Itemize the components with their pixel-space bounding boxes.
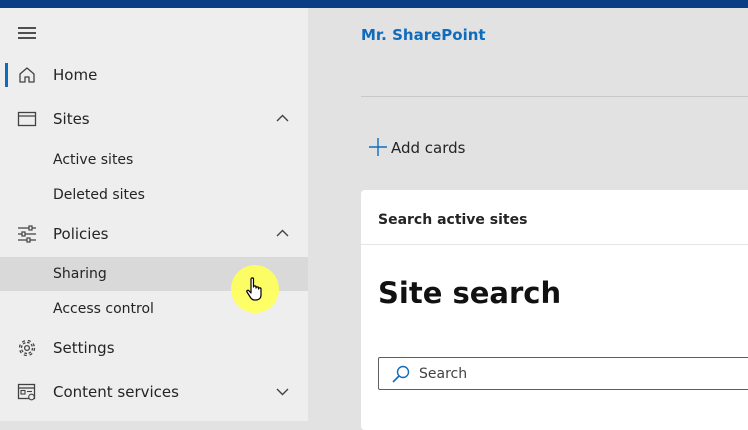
sidebar-item-label: Home [53,66,98,84]
header-divider [361,96,748,97]
browser-window-icon [17,111,37,127]
active-indicator [5,63,8,87]
sidebar-item-label: Deleted sites [53,187,145,203]
hand-pointer-icon [246,277,262,301]
top-bar [0,0,748,8]
home-icon [19,67,35,83]
chevron-down-icon[interactable] [276,385,289,398]
main-content: Mr. SharePoint Add cards Search active s… [308,8,748,430]
plus-icon [369,138,387,156]
tenant-name-link[interactable]: Mr. SharePoint [361,25,486,45]
hamburger-menu-icon[interactable] [18,27,36,39]
sidebar-item-settings[interactable]: Settings [0,328,308,368]
sidebar-item-label: Access control [53,301,154,317]
gear-icon [18,339,36,357]
sidebar-item-label: Settings [53,339,115,357]
chevron-up-icon[interactable] [276,227,289,240]
sidebar-item-active-sites[interactable]: Active sites [0,143,308,177]
sidebar-item-sites[interactable]: Sites [0,99,308,139]
chevron-up-icon[interactable] [276,112,289,125]
sidebar-item-content-services[interactable]: Content services [0,372,308,412]
sidebar-item-home[interactable]: Home [0,55,308,95]
card-divider [361,244,748,245]
card-header: Search active sites [378,212,528,228]
sidebar-item-label: Sharing [53,266,107,282]
sidebar-item-policies[interactable]: Policies [0,214,308,254]
sidebar-item-label: Active sites [53,152,134,168]
search-box[interactable] [378,357,748,390]
site-search-card: Search active sites Site search [361,190,748,430]
add-cards-label: Add cards [391,139,466,157]
sidebar-item-label: Sites [53,110,90,128]
sidebar-item-label: Policies [53,225,109,243]
search-input[interactable] [419,364,719,384]
search-icon [392,365,410,383]
sidebar-item-label: Content services [53,383,179,401]
sliders-icon [18,225,36,243]
sidebar: Home Sites Active sites Deleted sites Po… [0,8,308,421]
sidebar-item-deleted-sites[interactable]: Deleted sites [0,178,308,212]
content-services-icon [17,383,36,401]
card-title: Site search [378,276,562,310]
